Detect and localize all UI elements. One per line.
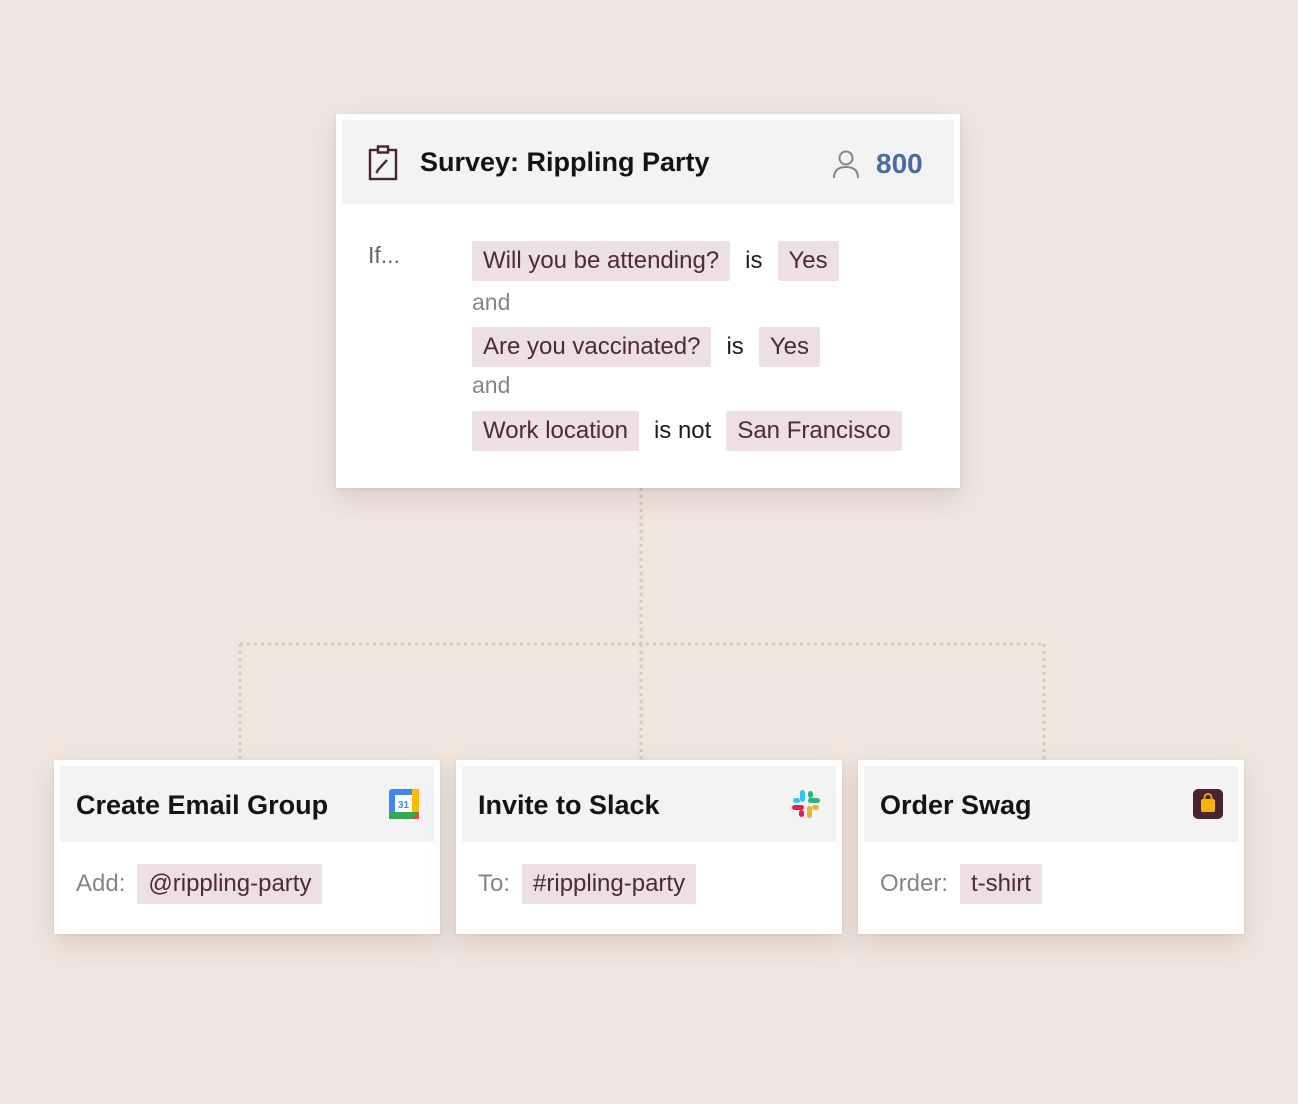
condition-operator: is	[726, 333, 744, 360]
action-title: Order Swag	[880, 790, 1032, 820]
condition-row: Work location is not San Francisco	[472, 411, 902, 451]
and-conjunction: and	[472, 289, 511, 315]
person-icon	[833, 150, 859, 179]
if-label: If...	[368, 242, 400, 268]
action-card-email-group[interactable]: Create Email Group 31 Add: @rippling-par…	[54, 760, 440, 934]
action-label: Add:	[76, 870, 126, 897]
survey-trigger-card[interactable]: Survey: Rippling Party 800 If... Will yo…	[336, 114, 960, 488]
condition-operator: is not	[653, 417, 712, 444]
action-label: Order:	[880, 870, 949, 897]
action-card-header: Order Swag	[864, 766, 1238, 842]
email-group-chip[interactable]: @rippling-party	[137, 864, 323, 904]
condition-value-chip[interactable]: Yes	[758, 327, 820, 367]
action-title: Invite to Slack	[478, 790, 660, 820]
and-conjunction: and	[472, 372, 511, 398]
condition-row: Are you vaccinated? is Yes	[472, 327, 820, 367]
action-label: To:	[478, 870, 511, 897]
svg-text:31: 31	[398, 800, 410, 811]
slack-channel-chip[interactable]: #rippling-party	[522, 864, 697, 904]
action-card-swag[interactable]: Order Swag Order: t-shirt	[858, 760, 1244, 934]
condition-operator: is	[745, 247, 763, 274]
condition-value-chip[interactable]: San Francisco	[726, 411, 902, 451]
clipboard-icon	[368, 145, 398, 181]
condition-value-chip[interactable]: Yes	[777, 241, 839, 281]
action-title: Create Email Group	[76, 790, 329, 820]
respondent-count: 800	[876, 148, 923, 179]
shopping-bag-icon	[1193, 789, 1223, 819]
action-detail-row: Add: @rippling-party	[76, 864, 323, 904]
condition-field-chip[interactable]: Work location	[472, 411, 639, 451]
survey-title: Survey: Rippling Party	[420, 147, 710, 177]
action-card-slack[interactable]: Invite to Slack To: #rippling-party	[456, 760, 842, 934]
google-calendar-icon: 31	[389, 789, 419, 819]
survey-card-header: Survey: Rippling Party 800	[342, 120, 954, 204]
action-card-header: Invite to Slack	[462, 766, 836, 842]
condition-field-chip[interactable]: Are you vaccinated?	[472, 327, 712, 367]
condition-row: Will you be attending? is Yes	[472, 241, 839, 281]
condition-field-chip[interactable]: Will you be attending?	[472, 241, 731, 281]
swag-item-chip[interactable]: t-shirt	[960, 864, 1043, 904]
slack-icon	[792, 790, 820, 818]
action-detail-row: To: #rippling-party	[478, 864, 697, 904]
action-detail-row: Order: t-shirt	[880, 864, 1043, 904]
action-card-header: Create Email Group 31	[60, 766, 434, 842]
